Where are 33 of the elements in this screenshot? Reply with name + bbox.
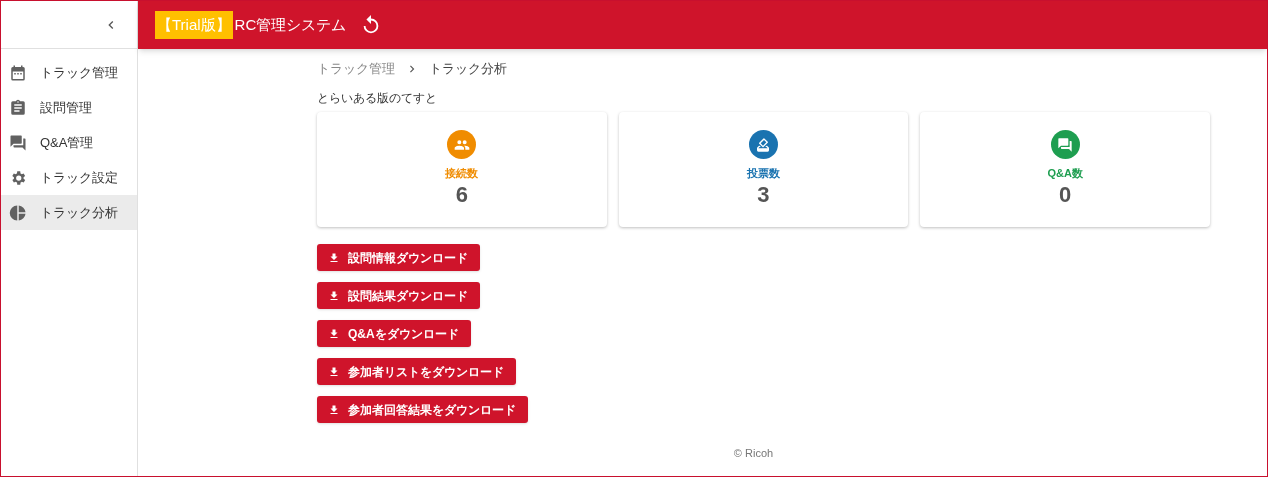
- ballot-box-icon: [755, 136, 772, 153]
- download-icon: [328, 327, 340, 340]
- sidebar-item[interactable]: トラック設定: [1, 160, 137, 195]
- stat-value: 3: [757, 181, 770, 208]
- download-button[interactable]: Q&Aをダウンロード: [317, 320, 471, 347]
- sidebar-item[interactable]: トラック分析: [1, 195, 137, 230]
- track-name: とらいある版のてすと: [317, 90, 438, 107]
- stat-value: 0: [1059, 181, 1072, 208]
- breadcrumb-current: トラック分析: [429, 60, 507, 79]
- app-title: RC管理システム: [234, 14, 347, 35]
- breadcrumb-link[interactable]: トラック管理: [317, 59, 395, 79]
- stat-label: 接続数: [445, 166, 479, 181]
- download-button[interactable]: 設問情報ダウンロード: [317, 244, 480, 271]
- download-icon: [328, 289, 340, 302]
- download-icon: [328, 403, 340, 416]
- sidebar-item[interactable]: 設問管理: [1, 90, 137, 125]
- calendar-icon: [9, 63, 27, 82]
- sidebar-item[interactable]: Q&A管理: [1, 125, 137, 160]
- chat-icon: [1057, 136, 1074, 153]
- chat-icon: [9, 133, 27, 152]
- download-icon: [328, 365, 340, 378]
- stat-label: 投票数: [747, 166, 780, 181]
- stat-label: Q&A数: [1047, 166, 1083, 181]
- stat-value: 6: [455, 181, 468, 208]
- pie-chart-icon: [9, 203, 27, 222]
- download-button[interactable]: 設問結果ダウンロード: [317, 282, 480, 309]
- download-button[interactable]: 参加者リストをダウンロード: [317, 358, 516, 385]
- sidebar-item[interactable]: トラック管理: [1, 55, 137, 90]
- footer-text: © Ricoh: [732, 446, 775, 461]
- clipboard-icon: [9, 98, 27, 117]
- download-button[interactable]: 参加者回答結果をダウンロード: [317, 396, 528, 423]
- trial-badge: 【Trial版】: [155, 10, 233, 40]
- download-icon: [328, 251, 340, 264]
